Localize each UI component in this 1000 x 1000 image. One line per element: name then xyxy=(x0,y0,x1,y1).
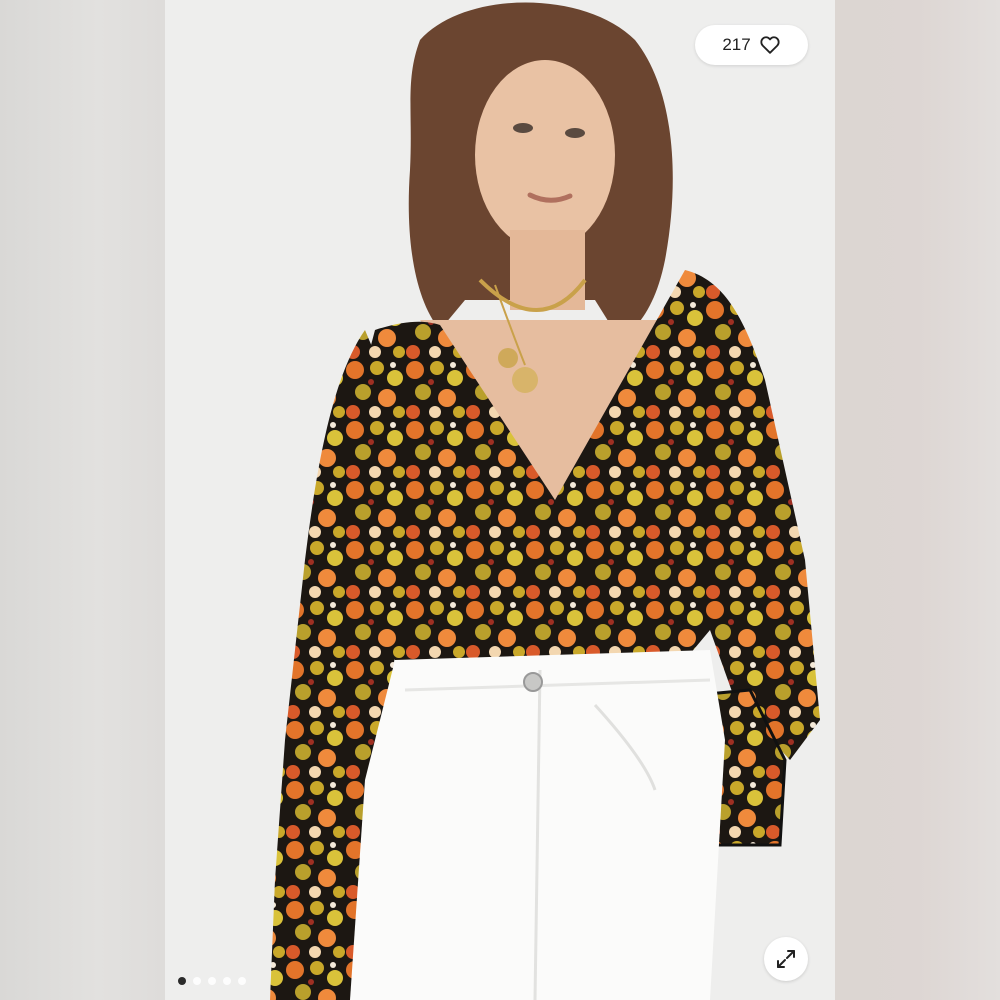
product-image xyxy=(270,2,820,1000)
carousel-indicator xyxy=(178,977,246,985)
heart-icon xyxy=(759,34,781,56)
expand-image-button[interactable] xyxy=(764,937,808,981)
carousel-dot[interactable] xyxy=(223,977,231,985)
backdrop-right xyxy=(835,0,1000,1000)
carousel-dot[interactable] xyxy=(238,977,246,985)
carousel-dot[interactable] xyxy=(208,977,216,985)
likes-count: 217 xyxy=(722,35,751,54)
likes-button[interactable]: 217 xyxy=(695,25,808,65)
backdrop-left xyxy=(0,0,165,1000)
carousel-dot[interactable] xyxy=(178,977,186,985)
product-photo[interactable] xyxy=(165,0,835,1000)
carousel-dot[interactable] xyxy=(193,977,201,985)
expand-arrows-icon xyxy=(774,947,798,971)
